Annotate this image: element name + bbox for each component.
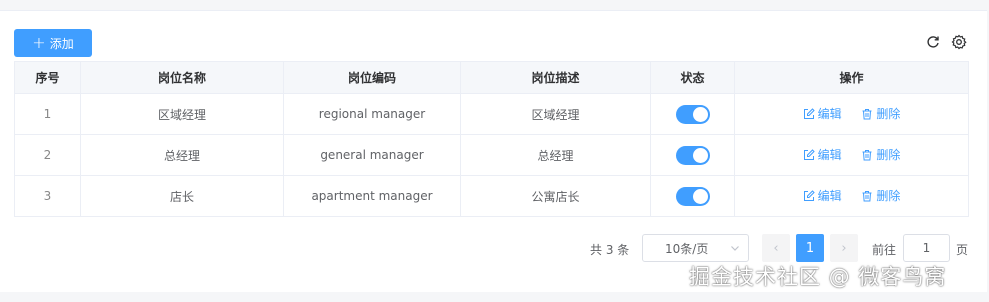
trash-icon xyxy=(862,108,872,120)
header-status: 状态 xyxy=(650,61,735,94)
header-desc: 岗位描述 xyxy=(460,61,651,94)
cell-status xyxy=(650,175,735,217)
edit-icon xyxy=(803,149,815,160)
delete-label: 删除 xyxy=(876,107,901,122)
cell-seq: 1 xyxy=(14,93,81,135)
edit-button[interactable]: 编辑 xyxy=(803,187,842,204)
table-row: 1 区域经理 regional manager 区域经理 编辑 删除 xyxy=(14,93,969,135)
positions-table: 序号 岗位名称 岗位编码 岗位描述 状态 操作 1 区域经理 regional … xyxy=(14,61,969,217)
trash-icon xyxy=(862,190,872,202)
table-header-row: 序号 岗位名称 岗位编码 岗位描述 状态 操作 xyxy=(14,61,969,94)
header-actions: 操作 xyxy=(734,61,969,94)
cell-name: 总经理 xyxy=(80,134,284,176)
cell-name: 店长 xyxy=(80,175,284,217)
cell-seq: 3 xyxy=(14,175,81,217)
table-tools xyxy=(925,34,967,50)
cell-desc: 区域经理 xyxy=(460,93,651,135)
pagination: 共 3 条 10条/页 ‹ 1 › 前往 1 页 xyxy=(0,233,989,263)
cell-actions: 编辑 删除 xyxy=(734,134,969,176)
header-name: 岗位名称 xyxy=(80,61,284,94)
goto-suffix: 页 xyxy=(956,243,969,257)
edit-icon xyxy=(803,108,815,119)
add-button[interactable]: + 添加 xyxy=(14,29,92,57)
edit-label: 编辑 xyxy=(817,189,842,204)
cell-code: regional manager xyxy=(283,93,461,135)
page-number-current[interactable]: 1 xyxy=(796,234,824,262)
cell-status xyxy=(650,134,735,176)
status-toggle[interactable] xyxy=(675,104,710,124)
add-button-label: 添加 xyxy=(49,36,74,51)
watermark: 掘金技术社区 @ 微客鸟窝 xyxy=(689,265,947,289)
cell-code: apartment manager xyxy=(283,175,461,217)
status-toggle[interactable] xyxy=(675,145,710,165)
page-size-select[interactable]: 10条/页 xyxy=(642,234,749,262)
cell-seq: 2 xyxy=(14,134,81,176)
table-row: 2 总经理 general manager 总经理 编辑 删除 xyxy=(14,134,969,176)
prev-page-button[interactable]: ‹ xyxy=(762,234,790,262)
page-size-value: 10条/页 xyxy=(665,241,709,256)
delete-button[interactable]: 删除 xyxy=(861,187,900,204)
cell-status xyxy=(650,93,735,135)
refresh-icon[interactable] xyxy=(925,34,941,50)
table-row: 3 店长 apartment manager 公寓店长 编辑 删除 xyxy=(14,175,969,217)
delete-label: 删除 xyxy=(876,189,901,204)
trash-icon xyxy=(862,149,872,161)
delete-button[interactable]: 删除 xyxy=(861,105,900,122)
cell-desc: 总经理 xyxy=(460,134,651,176)
gear-icon[interactable] xyxy=(951,34,967,50)
delete-button[interactable]: 删除 xyxy=(861,146,900,163)
edit-icon xyxy=(803,190,815,201)
cell-code: general manager xyxy=(283,134,461,176)
edit-button[interactable]: 编辑 xyxy=(803,146,842,163)
goto-page-input[interactable]: 1 xyxy=(903,234,950,262)
goto-label: 前往 xyxy=(872,243,897,257)
next-page-button[interactable]: › xyxy=(830,234,858,262)
cell-actions: 编辑 删除 xyxy=(734,175,969,217)
delete-label: 删除 xyxy=(876,148,901,163)
chevron-down-icon xyxy=(731,246,739,251)
edit-button[interactable]: 编辑 xyxy=(803,105,842,122)
cell-name: 区域经理 xyxy=(80,93,284,135)
edit-label: 编辑 xyxy=(817,148,842,163)
header-code: 岗位编码 xyxy=(283,61,461,94)
pagination-total: 共 3 条 xyxy=(590,243,630,257)
status-toggle[interactable] xyxy=(675,186,710,206)
header-seq: 序号 xyxy=(14,61,81,94)
plus-icon: + xyxy=(32,32,46,52)
cell-desc: 公寓店长 xyxy=(460,175,651,217)
edit-label: 编辑 xyxy=(817,107,842,122)
cell-actions: 编辑 删除 xyxy=(734,93,969,135)
